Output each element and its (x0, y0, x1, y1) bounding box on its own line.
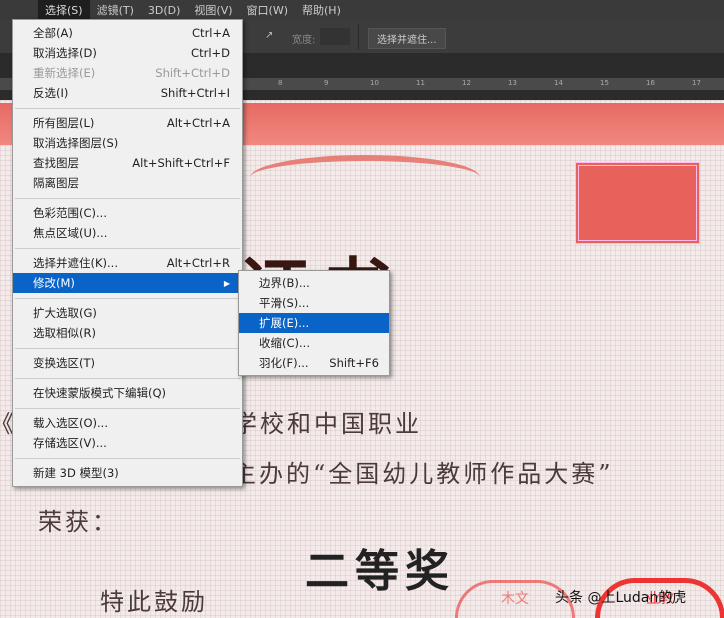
ruler-tick: 17 (692, 79, 701, 87)
menu-item[interactable]: 隔离图层 (13, 173, 242, 193)
menu-item-label: 选取相似(R) (33, 326, 96, 340)
menu-item-label: 新建 3D 模型(3) (33, 466, 119, 480)
menu-item[interactable]: 扩大选取(G) (13, 303, 242, 323)
menu-item-shortcut: Ctrl+D (191, 46, 230, 60)
menu-item[interactable]: 变换选区(T) (13, 353, 242, 373)
watermark: 头条 @上Ludan的虎 (555, 590, 687, 606)
menu-item[interactable]: 在快速蒙版模式下编辑(Q) (13, 383, 242, 403)
submenu-item[interactable]: 边界(B)... (239, 273, 389, 293)
menu-item[interactable]: 修改(M) ▶ (13, 273, 242, 293)
ruler-tick: 10 (370, 79, 379, 87)
submenu-item-label: 羽化(F)... (259, 356, 309, 370)
menu-3[interactable]: 视图(V) (187, 0, 239, 20)
submenu-item-label: 收缩(C)... (259, 336, 310, 350)
certificate-line-2: 合主办的“全国幼儿教师作品大赛” (205, 460, 614, 488)
ruler-tick: 8 (278, 79, 283, 87)
menu-separator (15, 408, 240, 409)
submenu-item-label: 边界(B)... (259, 276, 310, 290)
menu-item-shortcut: Ctrl+A (192, 26, 230, 40)
menu-separator (15, 198, 240, 199)
ruler-tick: 16 (646, 79, 655, 87)
menu-0[interactable]: 选择(S) (38, 0, 90, 20)
menu-item-label: 查找图层 (33, 156, 79, 170)
select-menu: 全部(A) Ctrl+A 取消选择(D) Ctrl+D 重新选择(E) Shift+Ctr… (12, 19, 243, 487)
menu-4[interactable]: 窗口(W) (240, 0, 295, 20)
menu-item[interactable]: 查找图层 Alt+Shift+Ctrl+F (13, 153, 242, 173)
menu-item-shortcut: Shift+Ctrl+I (160, 86, 230, 100)
menu-item-label: 色彩范围(C)... (33, 206, 107, 220)
submenu-item-shortcut: Shift+F6 (329, 356, 379, 370)
ruler-tick: 14 (554, 79, 563, 87)
menu-item-label: 扩大选取(G) (33, 306, 97, 320)
menu-bar: 选择(S) 滤镜(T) 3D(D) 视图(V) 窗口(W) 帮助(H) (0, 0, 724, 20)
ruler-tick: 11 (416, 79, 425, 87)
menu-item-label: 变换选区(T) (33, 356, 95, 370)
menu-item[interactable]: 焦点区域(U)... (13, 223, 242, 243)
award-label: 荣获： (38, 508, 119, 536)
submenu-item-label: 扩展(E)... (259, 316, 310, 330)
menu-separator (15, 378, 240, 379)
menu-item-shortcut: Alt+Ctrl+A (166, 116, 230, 130)
menu-item-label: 反选(I) (33, 86, 69, 100)
menu-item: 重新选择(E) Shift+Ctrl+D (13, 63, 242, 83)
menu-item[interactable]: 载入选区(O)... (13, 413, 242, 433)
submenu-item[interactable]: 平滑(S)... (239, 293, 389, 313)
menu-item[interactable]: 取消选择(D) Ctrl+D (13, 43, 242, 63)
menu-item[interactable]: 所有图层(L) Alt+Ctrl+A (13, 113, 242, 133)
menu-item-shortcut: Alt+Ctrl+R (166, 256, 230, 270)
menu-item[interactable]: 取消选择图层(S) (13, 133, 242, 153)
menu-2[interactable]: 3D(D) (141, 2, 188, 19)
submenu-arrow-icon: ▶ (223, 278, 230, 288)
menu-item-label: 存储选区(V)... (33, 436, 107, 450)
menu-item-shortcut: Shift+Ctrl+D (155, 66, 230, 80)
menu-item[interactable]: 新建 3D 模型(3) (13, 463, 242, 483)
menu-item-shortcut: Alt+Shift+Ctrl+F (132, 156, 230, 170)
submenu-item-label: 平滑(S)... (259, 296, 310, 310)
menu-item-label: 重新选择(E) (33, 66, 96, 80)
ruler-tick: 13 (508, 79, 517, 87)
menu-item-label: 在快速蒙版模式下编辑(Q) (33, 386, 167, 400)
submenu-item[interactable]: 收缩(C)... (239, 333, 389, 353)
menu-item[interactable]: 选择并遮住(K)... Alt+Ctrl+R (13, 253, 242, 273)
menu-item[interactable]: 反选(I) Shift+Ctrl+I (13, 83, 242, 103)
menu-item-label: 修改(M) (33, 276, 75, 290)
ruler-tick: 15 (600, 79, 609, 87)
menu-item-label: 取消选择图层(S) (33, 136, 119, 150)
menu-item[interactable]: 选取相似(R) (13, 323, 242, 343)
menu-item-label: 载入选区(O)... (33, 416, 108, 430)
divider (358, 24, 359, 50)
menu-item-label: 焦点区域(U)... (33, 226, 108, 240)
modify-submenu: 边界(B)... 平滑(S)... 扩展(E)... 收缩(C)... 羽化(F)...… (238, 270, 390, 376)
ruler-tick: 9 (324, 79, 329, 87)
width-input[interactable] (320, 28, 350, 45)
menu-separator (15, 108, 240, 109)
submenu-item[interactable]: 扩展(E)... (239, 313, 389, 333)
menu-item[interactable]: 存储选区(V)... (13, 433, 242, 453)
menu-separator (15, 248, 240, 249)
menu-item-label: 全部(A) (33, 26, 73, 40)
select-and-mask-button[interactable]: 选择并遮住... (368, 28, 446, 49)
menu-item-label: 取消选择(D) (33, 46, 97, 60)
menu-item-label: 选择并遮住(K)... (33, 256, 118, 270)
prize: 二等奖 (305, 546, 455, 597)
menu-separator (15, 298, 240, 299)
menu-1[interactable]: 滤镜(T) (90, 0, 141, 20)
ornament (250, 155, 480, 200)
corner-ornament (575, 162, 700, 244)
closing-text: 特此鼓励 (100, 588, 208, 616)
menu-separator (15, 458, 240, 459)
menu-item[interactable]: 色彩范围(C)... (13, 203, 242, 223)
menu-item-label: 所有图层(L) (33, 116, 95, 130)
menu-item[interactable]: 全部(A) Ctrl+A (13, 23, 242, 43)
width-label: 宽度: (292, 35, 316, 46)
menu-item-label: 隔离图层 (33, 176, 79, 190)
menu-separator (15, 348, 240, 349)
ruler-tick: 12 (462, 79, 471, 87)
menu-5[interactable]: 帮助(H) (295, 0, 348, 20)
swap-icon[interactable]: ↗ (265, 30, 273, 41)
submenu-item[interactable]: 羽化(F)... Shift+F6 (239, 353, 389, 373)
